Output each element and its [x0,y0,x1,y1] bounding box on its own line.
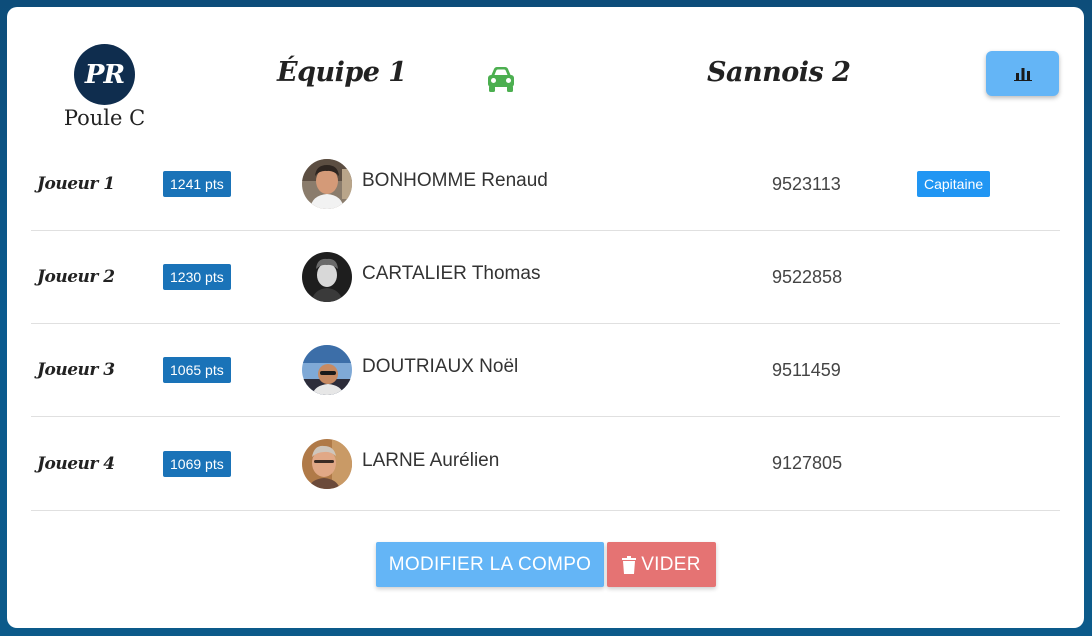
poule-label: Poule C [63,106,146,130]
points-badge: 1065 pts [163,357,231,383]
player-row: Joueur 2 1230 pts CARTALIER Thomas 95228… [31,231,1060,324]
vider-button[interactable]: VIDER [607,542,716,587]
licence-number: 9511459 [772,359,841,380]
avatar [302,252,352,302]
player-name[interactable]: BONHOMME Renaud [362,135,548,227]
player-slot: Joueur 4 [37,453,115,474]
licence-number: 9523113 [772,173,841,194]
avatar [302,438,352,489]
player-name[interactable]: DOUTRIAUX Noël [362,321,518,413]
match-header: PR Poule C Équipe 1 Sannois 2 [7,7,1084,147]
points-badge: 1241 pts [163,171,231,197]
avatar [302,345,352,395]
player-slot: Joueur 3 [37,360,115,380]
avatar [302,159,352,209]
team-home: Équipe 1 [277,57,407,88]
player-slot: Joueur 1 [37,174,115,194]
team-card: PR Poule C Équipe 1 Sannois 2 Joueur 1 1 [7,7,1084,628]
player-name[interactable]: LARNE Aurélien [362,414,499,507]
licence-number: 9522858 [772,266,843,287]
captain-badge: Capitaine [917,171,991,197]
player-slot: Joueur 2 [37,267,115,287]
player-row: Joueur 4 1069 pts LARNE Aurélien 9127805 [31,417,1060,511]
player-row: Joueur 3 1065 pts DOUTRIAUX Noël 9511459 [31,324,1060,417]
points-badge: 1230 pts [163,264,231,290]
action-bar: MODIFIER LA COMPO VIDER [376,542,716,587]
trash-icon [622,555,637,574]
player-name[interactable]: CARTALIER Thomas [362,228,540,320]
player-row: Joueur 1 1241 pts BONHOMME Renaud 952311… [31,138,1060,231]
licence-number: 9127805 [772,453,843,473]
team-away: Sannois 2 [707,57,851,88]
modifier-compo-label: MODIFIER LA COMPO [388,553,592,575]
car-icon [488,67,514,92]
player-list: Joueur 1 1241 pts BONHOMME Renaud 952311… [31,138,1060,511]
bar-chart-icon [1013,67,1032,81]
modifier-compo-button[interactable]: MODIFIER LA COMPO [376,542,604,587]
points-badge: 1069 pts [163,450,231,477]
club-logo: PR [74,44,135,105]
vider-label: VIDER [641,553,701,575]
stats-button[interactable] [986,51,1059,96]
